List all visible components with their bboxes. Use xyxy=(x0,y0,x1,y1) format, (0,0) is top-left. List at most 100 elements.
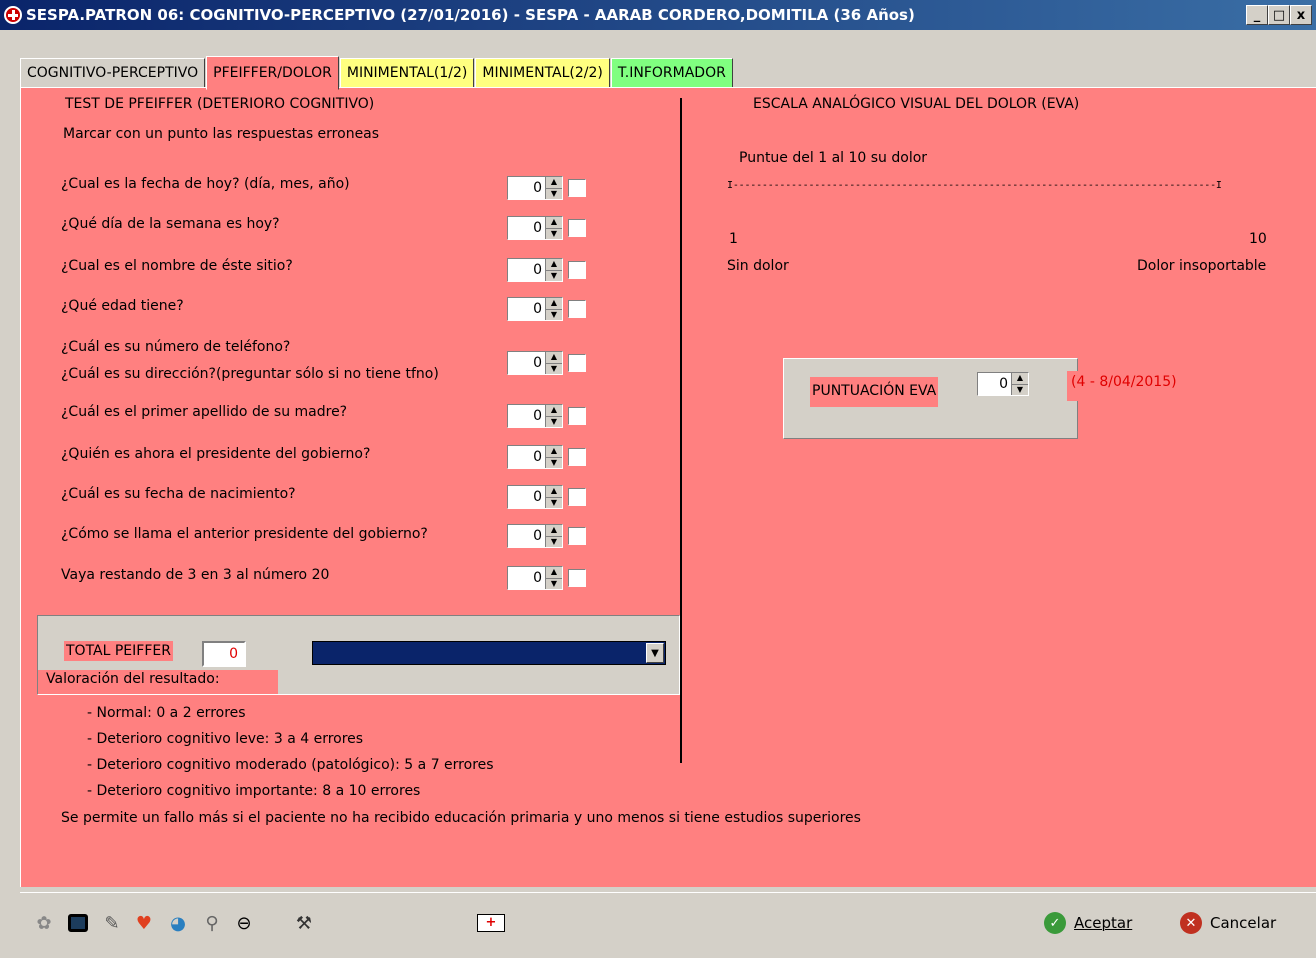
chevron-down-icon[interactable]: ▼ xyxy=(646,643,664,663)
question-spinner[interactable]: 0 ▲ ▼ xyxy=(507,524,563,548)
question-spinner[interactable]: 0 ▲ ▼ xyxy=(507,351,563,375)
spin-down-icon[interactable]: ▼ xyxy=(546,458,562,469)
spin-up-icon[interactable]: ▲ xyxy=(546,177,562,189)
question-label: ¿Cuál es su número de teléfono? xyxy=(61,339,291,355)
pencil-icon[interactable]: ✎ xyxy=(100,911,124,935)
magnifier-icon[interactable]: ⚲ xyxy=(200,911,224,935)
question-spinner[interactable]: 0 ▲ ▼ xyxy=(507,404,563,428)
result-dropdown[interactable]: ▼ xyxy=(312,641,666,665)
eraser-icon[interactable]: ⊖ xyxy=(232,911,256,935)
spin-down-icon[interactable]: ▼ xyxy=(546,364,562,375)
pfeiffer-instruction: Marcar con un punto las respuestas erron… xyxy=(63,126,380,142)
question-error-checkbox[interactable] xyxy=(568,527,586,545)
maximize-button[interactable]: □ xyxy=(1268,5,1290,25)
question-spinner[interactable]: 0 ▲ ▼ xyxy=(507,566,563,590)
spin-up-icon[interactable]: ▲ xyxy=(546,259,562,271)
pfeiffer-dolor-panel: TEST DE PFEIFFER (DETERIORO COGNITIVO) M… xyxy=(20,87,1316,887)
question-label: ¿Cual es el nombre de éste sitio? xyxy=(61,258,293,274)
spin-down-icon[interactable]: ▼ xyxy=(546,537,562,548)
eva-title: ESCALA ANALÓGICO VISUAL DEL DOLOR (EVA) xyxy=(753,96,1080,112)
question-spinner[interactable]: 0 ▲ ▼ xyxy=(507,485,563,509)
question-label: ¿Cómo se llama el anterior presidente de… xyxy=(61,526,428,542)
spin-down-icon[interactable]: ▼ xyxy=(546,579,562,590)
spin-down-icon[interactable]: ▼ xyxy=(546,229,562,240)
spin-down-icon[interactable]: ▼ xyxy=(1012,385,1028,396)
question-error-checkbox[interactable] xyxy=(568,569,586,587)
puzzle-icon[interactable]: ✿ xyxy=(32,911,56,935)
accept-label: Aceptar xyxy=(1074,914,1133,932)
tab-minimental-1[interactable]: MINIMENTAL(1/2) xyxy=(339,58,475,88)
pfeiffer-title: TEST DE PFEIFFER (DETERIORO COGNITIVO) xyxy=(65,96,375,112)
spin-up-icon[interactable]: ▲ xyxy=(1012,373,1028,385)
cancel-icon: ✕ xyxy=(1180,912,1202,934)
eva-previous-score: (4 - 8/04/2015) xyxy=(1067,371,1181,401)
eva-min-label: Sin dolor xyxy=(727,258,789,274)
spin-down-icon[interactable]: ▼ xyxy=(546,310,562,321)
globe-search-icon[interactable]: ◕ xyxy=(166,911,190,935)
question-spinner[interactable]: 0 ▲ ▼ xyxy=(507,216,563,240)
question-label: ¿Cual es la fecha de hoy? (día, mes, año… xyxy=(61,176,350,192)
question-label: ¿Qué día de la semana es hoy? xyxy=(61,216,280,232)
window-controls: _ □ x xyxy=(1246,5,1312,25)
question-label: ¿Cuál es su fecha de nacimiento? xyxy=(61,486,296,502)
tab-minimental-2[interactable]: MINIMENTAL(2/2) xyxy=(475,58,610,88)
question-spinner[interactable]: 0 ▲ ▼ xyxy=(507,297,563,321)
section-divider xyxy=(680,98,682,763)
spin-up-icon[interactable]: ▲ xyxy=(546,298,562,310)
title-bar: SESPA.PATRON 06: COGNITIVO-PERCEPTIVO (2… xyxy=(0,0,1316,30)
question-spinner[interactable]: 0 ▲ ▼ xyxy=(507,258,563,282)
valoracion-label: Valoración del resultado: xyxy=(38,670,278,694)
question-spinner[interactable]: 0 ▲ ▼ xyxy=(507,445,563,469)
eva-score-spinner[interactable]: 0 ▲ ▼ xyxy=(977,372,1029,396)
question-label-secondary: ¿Cuál es su dirección?(preguntar sólo si… xyxy=(61,366,439,382)
spin-up-icon[interactable]: ▲ xyxy=(546,446,562,458)
window-title: SESPA.PATRON 06: COGNITIVO-PERCEPTIVO (2… xyxy=(26,6,915,24)
question-error-checkbox[interactable] xyxy=(568,354,586,372)
question-label: ¿Qué edad tiene? xyxy=(61,298,184,314)
question-spinner[interactable]: 0 ▲ ▼ xyxy=(507,176,563,200)
spin-up-icon[interactable]: ▲ xyxy=(546,567,562,579)
spin-up-icon[interactable]: ▲ xyxy=(546,352,562,364)
eva-max-label: Dolor insoportable xyxy=(1137,258,1267,274)
question-error-checkbox[interactable] xyxy=(568,448,586,466)
question-label: Vaya restando de 3 en 3 al número 20 xyxy=(61,567,330,583)
valoracion-item: - Normal: 0 a 2 errores xyxy=(87,705,246,721)
spin-down-icon[interactable]: ▼ xyxy=(546,417,562,428)
question-label: ¿Quién es ahora el presidente del gobier… xyxy=(61,446,371,462)
spin-up-icon[interactable]: ▲ xyxy=(546,486,562,498)
eva-max-number: 10 xyxy=(1249,231,1267,247)
question-error-checkbox[interactable] xyxy=(568,407,586,425)
spin-up-icon[interactable]: ▲ xyxy=(546,405,562,417)
accept-button[interactable]: ✓ Aceptar xyxy=(1044,909,1132,937)
heart-icon[interactable]: ♥ xyxy=(132,911,156,935)
total-pfeiffer-box: TOTAL PEIFFER 0 ▼ Valoración del resulta… xyxy=(37,615,680,695)
tab-pfeiffer-dolor[interactable]: PFEIFFER/DOLOR xyxy=(206,56,339,90)
tab-bar: COGNITIVO-PERCEPTIVO PFEIFFER/DOLOR MINI… xyxy=(20,56,734,90)
first-aid-icon[interactable]: + xyxy=(476,911,506,935)
question-error-checkbox[interactable] xyxy=(568,300,586,318)
bottom-toolbar: ✿ ✎ ♥ ◕ ⚲ ⊖ ⚒ + ✓ Aceptar ✕ Cancelar xyxy=(20,892,1316,952)
spin-down-icon[interactable]: ▼ xyxy=(546,189,562,200)
minimize-button[interactable]: _ xyxy=(1246,5,1268,25)
check-icon: ✓ xyxy=(1044,912,1066,934)
tab-informador[interactable]: T.INFORMADOR xyxy=(610,58,733,88)
tab-cognitivo-perceptivo[interactable]: COGNITIVO-PERCEPTIVO xyxy=(20,58,206,88)
pfeiffer-note: Se permite un fallo más si el paciente n… xyxy=(61,810,861,826)
eva-prompt: Puntue del 1 al 10 su dolor xyxy=(739,150,928,166)
close-button[interactable]: x xyxy=(1290,5,1312,25)
valoracion-item: - Deterioro cognitivo importante: 8 a 10… xyxy=(87,783,421,799)
question-error-checkbox[interactable] xyxy=(568,488,586,506)
spin-down-icon[interactable]: ▼ xyxy=(546,271,562,282)
spin-down-icon[interactable]: ▼ xyxy=(546,498,562,509)
question-error-checkbox[interactable] xyxy=(568,179,586,197)
question-error-checkbox[interactable] xyxy=(568,261,586,279)
eva-scale-line: I---------------------------------------… xyxy=(727,180,1222,191)
total-pfeiffer-value: 0 xyxy=(202,641,246,667)
cancel-button[interactable]: ✕ Cancelar xyxy=(1180,909,1276,937)
spin-up-icon[interactable]: ▲ xyxy=(546,525,562,537)
tools-icon[interactable]: ⚒ xyxy=(292,911,316,935)
cancel-label: Cancelar xyxy=(1210,914,1277,932)
spin-up-icon[interactable]: ▲ xyxy=(546,217,562,229)
question-error-checkbox[interactable] xyxy=(568,219,586,237)
monitor-icon[interactable] xyxy=(66,911,90,935)
